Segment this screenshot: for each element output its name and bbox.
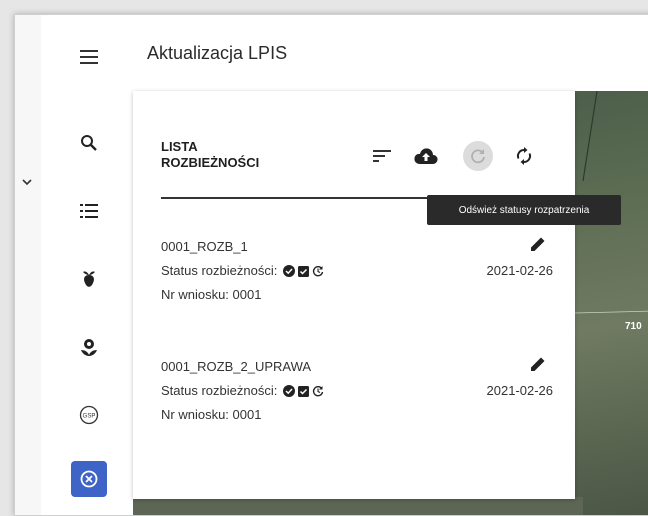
seedling-button[interactable] [71,329,107,365]
sort-icon [373,150,391,162]
map-lines [575,91,648,314]
history-icon [313,385,324,396]
map-view[interactable] [575,91,648,515]
page-title: Aktualizacja LPIS [147,43,288,63]
list-item[interactable]: 0001_ROZB_2_UPRAWA Status rozbieżności: [161,357,554,439]
sync-icon [516,147,532,165]
discrepancy-panel: LISTA ROZBIEŻNOŚCI 0001_ROZB_1 Status ro… [133,91,575,499]
refresh-tooltip: Odśwież statusy rozpatrzenia [427,195,621,225]
search-icon [81,135,97,151]
list-item[interactable]: 0001_ROZB_1 Status rozbieżności: Nr wnio… [161,237,554,319]
item-status-label: Status rozbieżności: [161,263,278,278]
check-circle-icon [283,264,296,277]
item-date: 2021-02-26 [486,383,554,398]
menu-icon [80,50,98,64]
item-status-label: Status rozbieżności: [161,383,278,398]
cloud-upload-icon [414,148,438,164]
search-button[interactable] [71,125,107,161]
sync-button[interactable] [509,141,539,171]
item-date: 2021-02-26 [486,263,554,278]
upload-button[interactable] [411,141,441,171]
item-status: Status rozbieżności: [161,383,324,398]
panel-title: LISTA ROZBIEŻNOŚCI [161,139,259,171]
clipboard-check-icon [298,385,310,397]
item-name: 0001_ROZB_2_UPRAWA [161,359,312,374]
map-parcel-label: 710 [625,321,642,332]
list-icon [80,204,98,218]
gsp-icon: GSP [79,405,99,425]
item-name: 0001_ROZB_1 [161,239,248,254]
menu-button[interactable] [71,39,107,75]
item-status: Status rozbieżności: [161,263,324,278]
left-edge-strip [15,15,42,515]
plant-button[interactable] [71,261,107,297]
side-rail: GSP [41,15,133,515]
history-icon [313,265,324,276]
edit-pencil-icon[interactable] [529,355,547,373]
refresh-button[interactable] [463,141,493,171]
close-button[interactable] [71,461,107,497]
refresh-icon [471,149,485,164]
item-request-number: Nr wniosku: 0001 [161,287,262,302]
chevron-down-icon[interactable] [20,175,34,189]
edit-pencil-icon[interactable] [529,235,547,253]
panel-title-line1: LISTA [161,139,198,154]
svg-text:GSP: GSP [83,414,96,420]
plant-icon [83,271,95,287]
app-window: GSP Aktualizacja LPIS 710 LISTA ROZBIEŻN… [14,14,648,516]
sort-button[interactable] [367,141,397,171]
map-bottom-strip [133,497,583,515]
list-button[interactable] [71,193,107,229]
panel-title-line2: ROZBIEŻNOŚCI [161,155,260,170]
check-circle-icon [283,384,296,397]
close-circle-icon [80,470,98,488]
gsp-button[interactable]: GSP [71,397,107,433]
clipboard-check-icon [298,265,310,277]
seedling-icon [81,339,97,356]
item-request-number: Nr wniosku: 0001 [161,407,262,422]
